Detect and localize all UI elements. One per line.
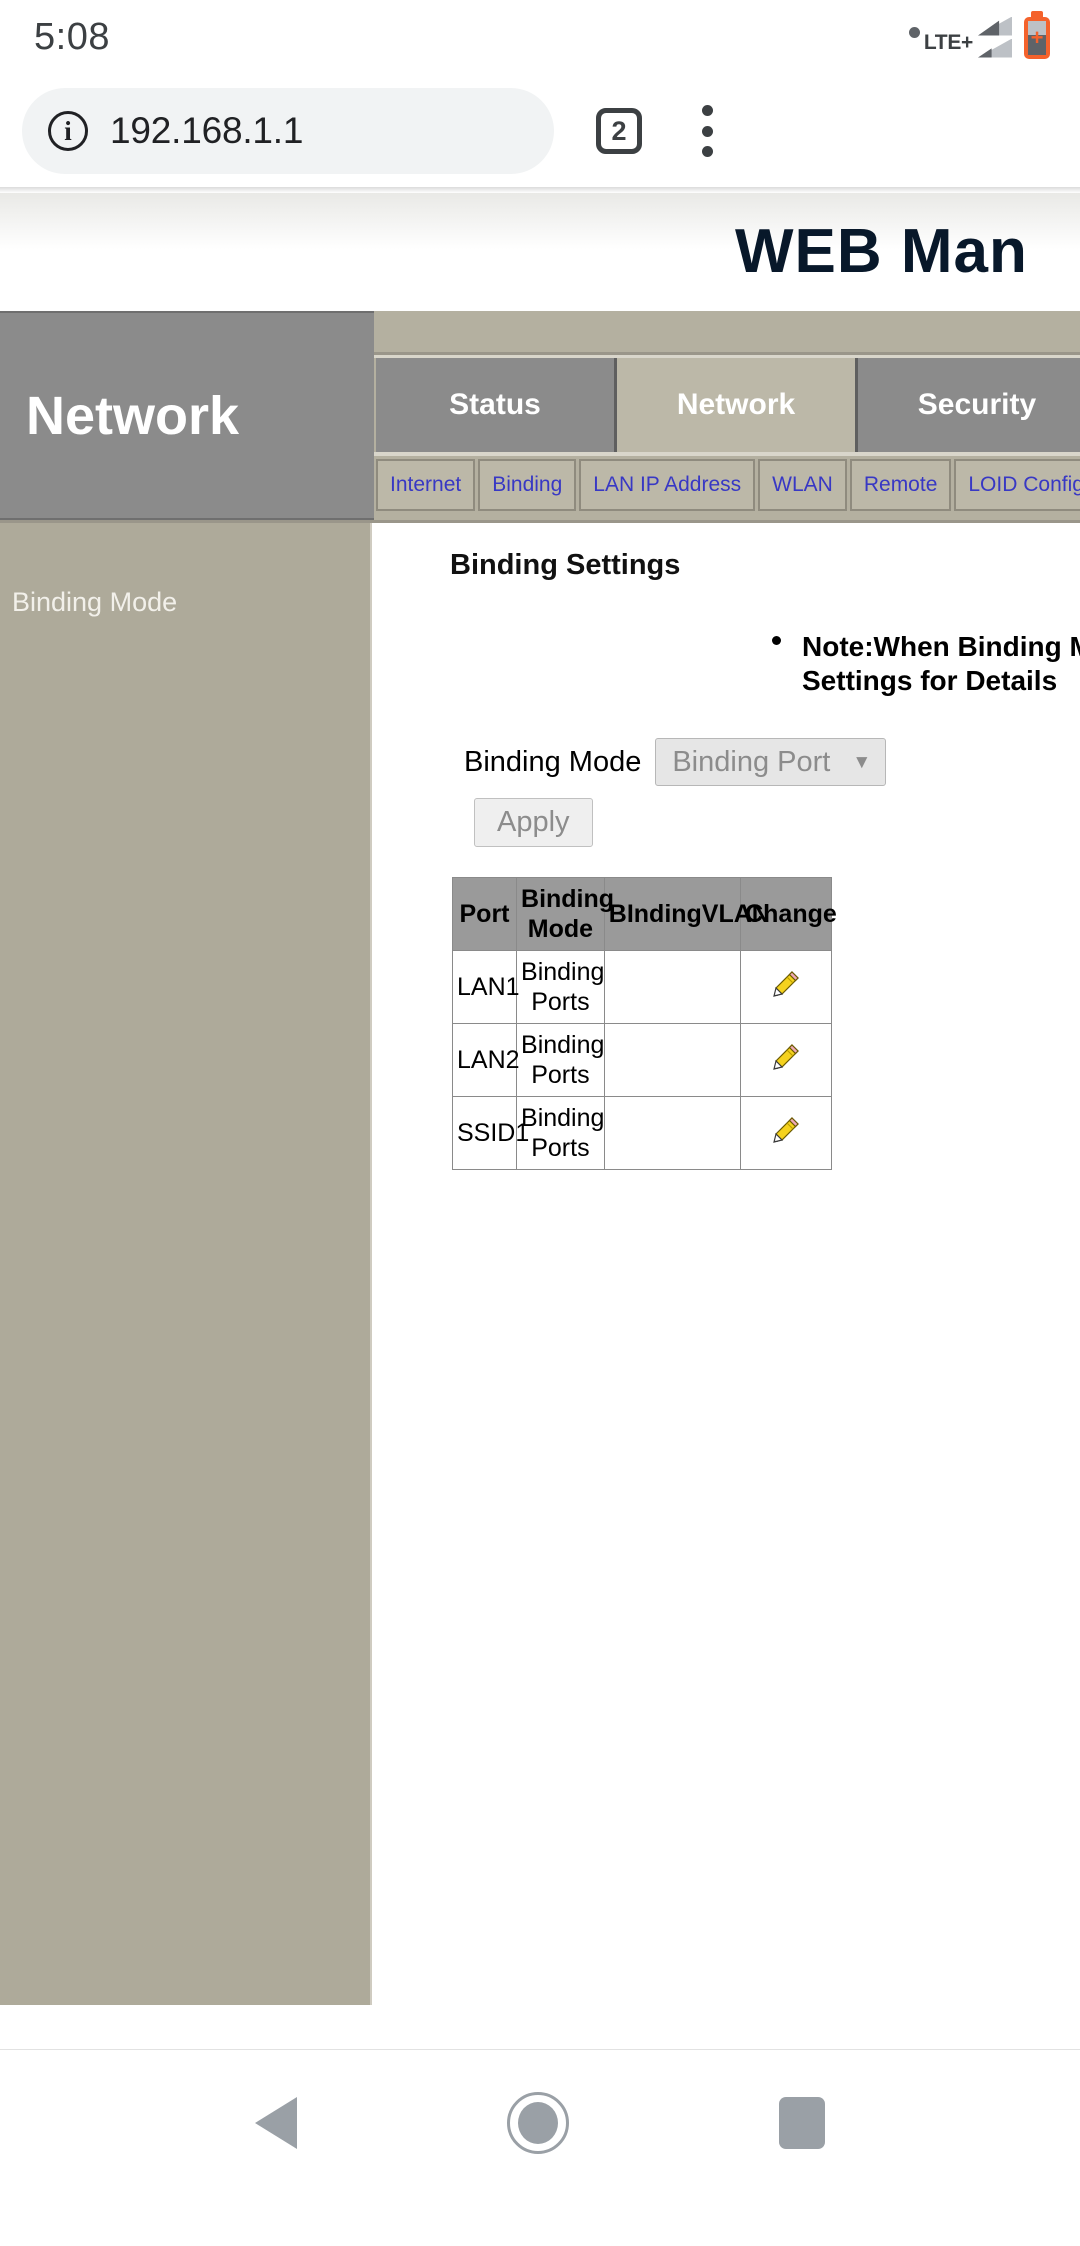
main-tabs: Status Network Security	[374, 355, 1080, 452]
cell-binding-mode: Binding Ports	[516, 1096, 605, 1171]
cell-change[interactable]	[740, 1023, 832, 1098]
network-type-label: LTE+	[923, 30, 973, 54]
edit-pencil-icon[interactable]	[771, 969, 801, 999]
back-button[interactable]	[255, 2097, 297, 2149]
signal-bars-icon	[978, 17, 1012, 58]
page-title: WEB Man	[735, 217, 1028, 286]
android-navigation-bar	[0, 2049, 1080, 2196]
cell-binding-mode: Binding Ports	[516, 950, 605, 1025]
tab-security[interactable]: Security	[858, 358, 1080, 452]
cell-port: LAN2	[451, 1023, 520, 1098]
cell-binding-mode: Binding Ports	[516, 1023, 605, 1098]
signal-bars-secondary-icon	[978, 39, 1012, 58]
chevron-down-icon: ▼	[852, 751, 872, 773]
nav-right-column: Status Network Security Internet Binding	[374, 311, 1080, 520]
binding-mode-label: Binding Mode	[464, 745, 642, 778]
section-label-text: Network	[26, 385, 240, 446]
content-panel: Binding Settings Note:When Binding Mode …	[372, 523, 1080, 2005]
cell-change[interactable]	[740, 1096, 832, 1171]
dot-icon	[908, 26, 920, 38]
tab-status[interactable]: Status	[376, 358, 617, 452]
web-page-viewport: WEB Man Network Status Network Security	[0, 193, 1080, 2049]
router-page-header: WEB Man	[0, 193, 1080, 311]
sidebar-item-binding-mode-label: Binding Mode	[12, 586, 178, 617]
apply-row: Apply	[372, 798, 1080, 848]
subtab-remote[interactable]: Remote	[849, 459, 952, 511]
tab-count-label: 2	[611, 115, 627, 146]
tab-network-label: Network	[676, 388, 796, 421]
table-header-row: Port Binding Mode BIndingVLAN Change	[451, 877, 837, 952]
tab-switcher-button[interactable]: 2	[596, 108, 642, 154]
header-binding-vlan: BIndingVLAN	[603, 877, 770, 952]
home-button-inner	[518, 2102, 558, 2144]
cell-change[interactable]	[740, 950, 832, 1025]
tab-status-label: Status	[449, 388, 541, 421]
nav-spacer	[374, 311, 1080, 355]
subtab-wlan-label: WLAN	[772, 473, 833, 496]
cell-binding-vlan	[603, 1096, 742, 1171]
header-binding-mode: Binding Mode	[516, 877, 614, 952]
cell-port: SSID1	[451, 1096, 529, 1171]
subtab-remote-label: Remote	[863, 473, 938, 496]
binding-mode-row: Binding Mode Binding Port ▼	[372, 738, 1080, 787]
browser-menu-button[interactable]	[684, 105, 730, 157]
binding-mode-selected-value: Binding Port	[672, 745, 831, 778]
table-row: LAN1 Binding Ports	[451, 950, 832, 1025]
phone-status-bar: 5:08 LTE+ +	[0, 0, 1080, 75]
recents-button[interactable]	[779, 2097, 825, 2149]
binding-mode-select[interactable]: Binding Port ▼	[655, 738, 887, 787]
header-port: Port	[451, 877, 518, 952]
subtab-loid-configuration[interactable]: LOID Configuration	[954, 459, 1080, 511]
tab-security-label: Security	[917, 388, 1037, 421]
page-info-glyph: i	[64, 115, 72, 146]
binding-table-wrap: Port Binding Mode BIndingVLAN Change LAN…	[372, 877, 1080, 1171]
subtab-binding-label: Binding	[492, 473, 563, 496]
subtab-internet[interactable]: Internet	[376, 459, 476, 511]
table-row: SSID1 Binding Ports	[451, 1096, 832, 1171]
edit-pencil-icon[interactable]	[771, 1115, 801, 1145]
subtab-wlan[interactable]: WLAN	[758, 459, 847, 511]
page-info-icon[interactable]: i	[48, 111, 88, 151]
note-block: Note:When Binding Mode is Binding Ports,…	[772, 582, 1080, 698]
binding-table-head: Port Binding Mode BIndingVLAN Change	[451, 877, 837, 952]
cell-binding-vlan	[603, 950, 742, 1025]
cell-port: LAN1	[451, 950, 520, 1025]
apply-button[interactable]: Apply	[474, 798, 593, 848]
sub-tabs: Internet Binding LAN IP Address WLAN Rem…	[374, 452, 1080, 514]
binding-table: Port Binding Mode BIndingVLAN Change LAN…	[451, 877, 837, 1171]
binding-table-body: LAN1 Binding Ports LAN2 Binding Ports SS…	[451, 950, 832, 1171]
table-row: LAN2 Binding Ports	[451, 1023, 832, 1098]
note-bullet-icon	[772, 636, 781, 645]
tab-network[interactable]: Network	[617, 358, 858, 452]
browser-toolbar: i 192.168.1.1 2	[0, 75, 1080, 187]
current-section-label: Network	[0, 311, 374, 520]
sidebar: Binding Mode	[0, 523, 372, 2005]
subtab-lan-ip-address-label: LAN IP Address	[593, 473, 742, 496]
sidebar-item-binding-mode[interactable]: Binding Mode	[0, 579, 370, 625]
url-text[interactable]: 192.168.1.1	[110, 110, 303, 152]
signal-bars-primary-icon	[978, 17, 1012, 36]
subtab-internet-label: Internet	[390, 473, 462, 496]
url-bar[interactable]: i 192.168.1.1	[22, 88, 554, 174]
page-body: Binding Mode Binding Settings Note:When …	[0, 520, 1080, 2005]
kebab-dot-1	[701, 105, 713, 116]
kebab-dot-3	[701, 146, 713, 157]
battery-charging-bolt: +	[1030, 24, 1044, 50]
edit-pencil-icon[interactable]	[771, 1042, 801, 1072]
battery-charging-icon: +	[1024, 16, 1050, 59]
subtab-binding[interactable]: Binding	[478, 459, 577, 511]
cell-binding-vlan	[603, 1023, 742, 1098]
status-indicators: LTE+ +	[908, 14, 1050, 62]
subtab-lan-ip-address[interactable]: LAN IP Address	[579, 459, 756, 511]
note-text: Note:When Binding Mode is Binding Ports,…	[802, 631, 1080, 697]
navigation-band: Network Status Network Security Internet…	[0, 311, 1080, 520]
header-change: Change	[740, 877, 837, 952]
home-button[interactable]	[507, 2092, 569, 2154]
kebab-dot-2	[701, 125, 713, 137]
subtab-loid-configuration-label: LOID Configuration	[968, 473, 1080, 496]
content-heading: Binding Settings	[450, 549, 681, 581]
status-clock: 5:08	[34, 16, 110, 58]
